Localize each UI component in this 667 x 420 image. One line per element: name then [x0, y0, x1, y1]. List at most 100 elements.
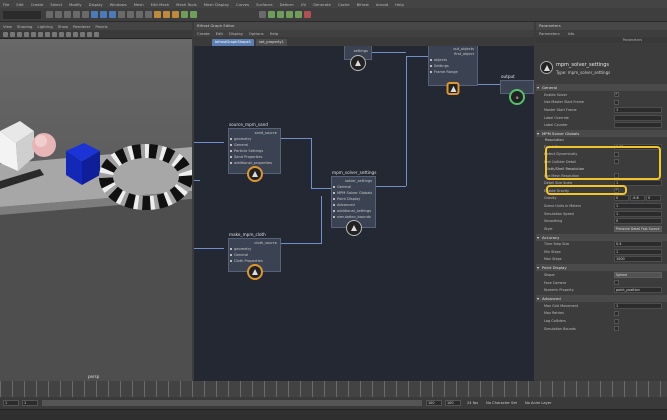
ge-menu-help[interactable]: Help [270, 31, 279, 36]
menu-edit[interactable]: Edit [16, 2, 23, 7]
range-start-field[interactable]: 1 [3, 400, 19, 406]
image-plane-icon[interactable] [24, 31, 29, 37]
character-set-dropdown[interactable]: No Character Set [486, 401, 517, 405]
label-override-field[interactable] [614, 114, 662, 121]
menu-mesh[interactable]: Mesh [134, 2, 144, 7]
new-scene-icon[interactable] [46, 11, 53, 18]
menu-cache[interactable]: Cache [338, 2, 350, 7]
ge-menu-display[interactable]: Display [229, 31, 243, 36]
section-mpm-solver-globals[interactable]: MPM Solver Globals [536, 129, 667, 137]
isolate-select-icon[interactable] [94, 31, 99, 37]
menu-windows[interactable]: Windows [110, 2, 127, 7]
snap-point-icon[interactable] [136, 11, 143, 18]
attribute-editor-toggle-icon[interactable] [277, 11, 284, 18]
menu-mesh-display[interactable]: Mesh Display [204, 2, 229, 7]
select-component-icon[interactable] [109, 11, 116, 18]
face-camera-checkbox[interactable] [614, 280, 619, 286]
shadows-icon[interactable] [80, 31, 85, 37]
node-graph-canvas[interactable]: settings out_objects first_object object… [194, 46, 534, 381]
snap-grid-icon[interactable] [118, 11, 125, 18]
resolution-gate-icon[interactable] [45, 31, 50, 37]
node-top-mid[interactable]: out_objects first_object objects Setting… [428, 46, 478, 95]
smooth-shade-icon[interactable] [59, 31, 64, 37]
channel-box-toggle-icon[interactable] [295, 11, 302, 18]
numeric-property-field[interactable]: point_position [614, 287, 662, 294]
scene-units-field[interactable]: 1 [614, 202, 662, 209]
save-scene-icon[interactable] [64, 11, 71, 18]
node-top-mid-frame-range[interactable]: Frame Range [429, 69, 477, 75]
open-scene-icon[interactable] [55, 11, 62, 18]
section-point-display[interactable]: Point Display [536, 264, 667, 272]
max-grid-movement-field[interactable]: 1 [614, 302, 662, 309]
simulation-speed-field[interactable]: 1 [614, 210, 662, 217]
snap-plane-icon[interactable] [145, 11, 152, 18]
max-steps-field[interactable]: 1000 [614, 256, 662, 263]
range-end-field[interactable]: 100 [445, 400, 461, 406]
toggle-panel-icon[interactable] [259, 11, 266, 18]
tab-parameters[interactable]: Parameters [539, 32, 560, 36]
ge-menu-create[interactable]: Create [197, 31, 210, 36]
node-cloth-out[interactable]: cloth_source [229, 239, 280, 246]
master-start-frame-field[interactable]: 1 [614, 106, 662, 113]
tab-set-property[interactable]: set_property1 [256, 39, 287, 46]
menu-mesh-tools[interactable]: Mesh Tools [176, 2, 197, 7]
snap-curve-icon[interactable] [127, 11, 134, 18]
gravity-y-field[interactable]: -9.8 [630, 195, 645, 202]
bookmark-icon[interactable] [17, 31, 22, 37]
label-counter-field[interactable] [614, 122, 662, 129]
playback-start-field[interactable]: 1 [22, 400, 38, 406]
range-slider-bar[interactable] [42, 400, 422, 406]
max-retries-checkbox[interactable] [614, 310, 619, 316]
wireframe-icon[interactable] [52, 31, 57, 37]
lag-colliders-checkbox[interactable] [614, 318, 619, 324]
node-make-mpm-cloth[interactable]: make_mpm_cloth cloth_source geometry Gen… [228, 232, 281, 280]
section-advanced[interactable]: Advanced [536, 295, 667, 303]
node-mpm-solver-settings[interactable]: mpm_solver_settings solver_settings Gene… [331, 170, 376, 236]
lights-icon[interactable] [73, 31, 78, 37]
menu-bifrost[interactable]: Bifrost [357, 2, 369, 7]
menu-help[interactable]: Help [395, 2, 404, 7]
gravity-x-field[interactable]: 0 [614, 195, 629, 202]
viewport-menu-renderer[interactable]: Renderer [73, 24, 90, 29]
menu-edit-mesh[interactable]: Edit Mesh [151, 2, 170, 7]
menu-display[interactable]: Display [89, 2, 103, 7]
undo-icon[interactable] [73, 11, 80, 18]
tool-settings-toggle-icon[interactable] [286, 11, 293, 18]
shape-dropdown[interactable]: Sphere [614, 272, 662, 279]
menu-uv[interactable]: UV [301, 2, 306, 7]
node-source-mpm-sand[interactable]: source_mpm_sand sand_source geometry Gen… [228, 122, 281, 182]
textured-icon[interactable] [66, 31, 71, 37]
node-solver-out[interactable]: solver_settings [332, 177, 375, 184]
outliner-toggle-icon[interactable] [268, 11, 275, 18]
node-sand-out[interactable]: sand_source [229, 129, 280, 136]
menu-select[interactable]: Select [50, 2, 62, 7]
redo-icon[interactable] [82, 11, 89, 18]
section-general[interactable]: General [536, 84, 667, 91]
node-top-left[interactable]: settings [344, 46, 372, 71]
menu-curves[interactable]: Curves [236, 2, 249, 7]
use-master-start-frame-checkbox[interactable] [614, 99, 619, 105]
menu-generate[interactable]: Generate [313, 2, 331, 7]
menu-surfaces[interactable]: Surfaces [256, 2, 272, 7]
section-accuracy[interactable]: Accuracy [536, 233, 667, 241]
film-gate-icon[interactable] [38, 31, 43, 37]
sign-in-icon[interactable] [304, 11, 311, 18]
simulation-bounds-checkbox[interactable] [614, 326, 619, 332]
enable-solver-checkbox[interactable] [614, 91, 619, 98]
viewport-menu-lighting[interactable]: Lighting [37, 24, 52, 29]
mode-selector[interactable] [3, 10, 41, 19]
3d-viewport[interactable]: persp [0, 39, 192, 381]
node-output[interactable]: output ⊕ [500, 74, 534, 105]
render-settings-icon[interactable] [172, 11, 179, 18]
render-view-icon[interactable] [190, 11, 197, 18]
time-slider[interactable] [0, 381, 667, 397]
render-icon[interactable] [154, 11, 161, 18]
time-step-size-field[interactable]: 0.4 [614, 241, 662, 248]
fps-dropdown[interactable]: 24 fps [467, 401, 478, 405]
camera-select-icon[interactable] [3, 31, 8, 37]
tab-info[interactable]: Info [568, 32, 575, 36]
command-line[interactable] [0, 409, 667, 420]
ge-menu-edit[interactable]: Edit [216, 31, 223, 36]
menu-arnold[interactable]: Arnold [376, 2, 388, 7]
anim-layer-dropdown[interactable]: No Anim Layer [525, 401, 551, 405]
